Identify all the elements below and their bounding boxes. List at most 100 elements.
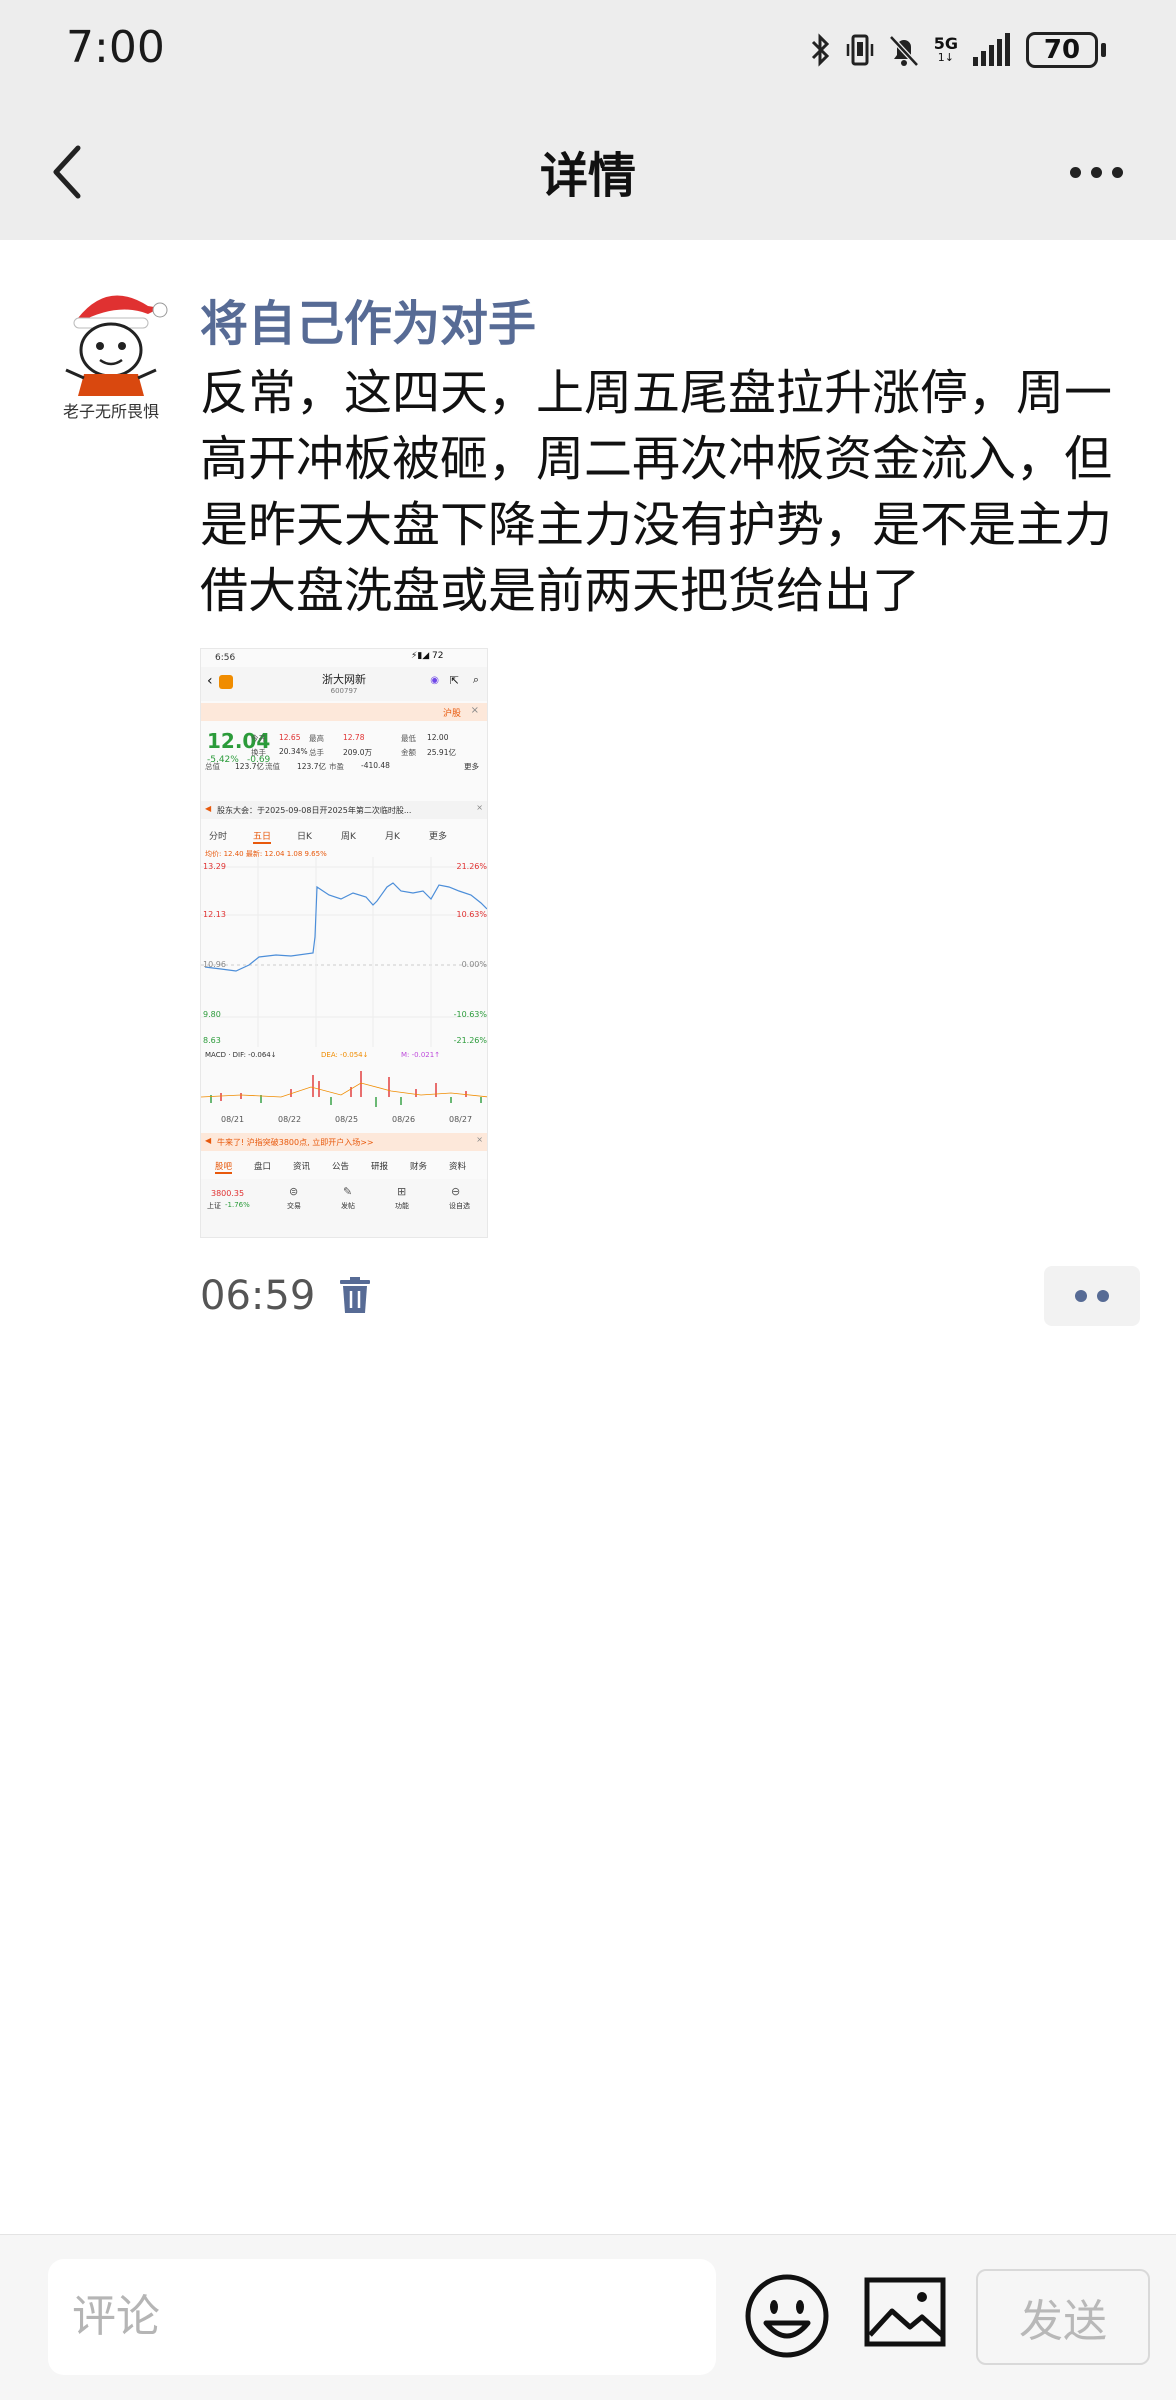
image-icon (864, 2277, 946, 2347)
comment-bar: 发送 (0, 2234, 1176, 2400)
action-dots-icon (1075, 1290, 1087, 1302)
vibrate-icon (846, 34, 873, 66)
shot-dock-icon: ✎ (343, 1185, 353, 1198)
shot-stat-cell: 123.7亿 (235, 762, 264, 771)
send-button[interactable]: 发送 (976, 2269, 1150, 2365)
shot-x-label: 08/27 (449, 1115, 473, 1124)
shot-dock-label: 发帖 (341, 1202, 355, 1210)
emoji-button[interactable] (744, 2273, 830, 2359)
shot-stat-cell: 总手 (309, 748, 324, 757)
avatar-caption: 老子无所畏惧 (62, 402, 159, 420)
shot-y-left-label: 9.80 (203, 1010, 221, 1019)
shot-dock-icon: ⊞ (397, 1185, 407, 1198)
shot-stat-cell: 市盈 (329, 762, 344, 771)
shot-macd-chart (201, 1071, 487, 1107)
shot-x-label: 08/26 (392, 1115, 416, 1124)
shot-dock: 3800.35 上证 -1.76% ⊜ 交易 ✎ 发帖 ⊞ 功能 ⊖ 设自选 (201, 1179, 487, 1237)
like-comment-button[interactable] (1044, 1266, 1140, 1326)
shot-banner: ◀ 牛来了! 沪指突破3800点, 立即开户入场>> × (201, 1133, 487, 1151)
shot-search-icon: ⌕ (472, 673, 479, 686)
shot-more-link: 更多 (464, 762, 479, 771)
shot-y-right-label: 10.63% (456, 910, 487, 919)
shot-stock-name: 浙大网新 (322, 673, 366, 686)
delete-button[interactable] (335, 1274, 375, 1318)
shot-index-change: -1.76% (225, 1201, 250, 1209)
shot-dock-label: 功能 (395, 1202, 409, 1210)
status-time: 7:00 (66, 22, 165, 73)
post-meta: 06:59 (200, 1266, 375, 1326)
chevron-left-icon (53, 145, 81, 199)
shot-y-left-label: 10.96 (203, 960, 226, 969)
shot-bottom-tab: 公告 (332, 1162, 350, 1172)
shot-stat-cell: 换手 (251, 748, 266, 757)
shot-x-label: 08/21 (221, 1115, 245, 1124)
trash-icon (340, 1277, 371, 1313)
image-button[interactable] (864, 2277, 946, 2349)
status-bar: 7:00 5G 1↓ 70 (0, 0, 1176, 100)
shot-tag-bar: 沪股 × (201, 703, 487, 721)
shot-dock-icon: ⊜ (289, 1185, 299, 1198)
shot-stat-cell: 金额 (401, 748, 416, 757)
shot-header: ‹ 浙大网新 600797 ◉ ⇱ ⌕ (201, 667, 487, 701)
shot-dock-label: 交易 (287, 1202, 301, 1210)
signal-icon (973, 33, 1010, 66)
post-text: 反常，这四天，上周五尾盘拉升涨停，周一高开冲板被砸，周二再次冲板资金流入，但是昨… (200, 365, 1113, 619)
shot-stat-cell: 25.91亿 (427, 748, 456, 757)
shot-index-name: 上证 (207, 1202, 221, 1210)
shot-bottom-tab: 资讯 (293, 1162, 311, 1172)
shot-tab: 日K (297, 832, 312, 842)
back-button[interactable] (36, 140, 100, 204)
shot-notice: ◀ 股东大会：于2025-09-08日开2025年第二次临时股... × (201, 801, 487, 819)
shot-eye-icon: ◉ (430, 675, 439, 686)
shot-tab: 分时 (209, 832, 228, 842)
more-button[interactable] (1056, 144, 1136, 200)
shot-stat-cell: -410.48 (361, 761, 390, 770)
shot-stat-cell: 12.65 (279, 733, 301, 742)
author-name[interactable]: 将自己作为对手 (200, 284, 536, 354)
avatar[interactable]: 老子无所畏惧 (48, 278, 174, 420)
shot-y-right-label: 0.00% (462, 960, 488, 969)
shot-stat-cell: 流值 (265, 762, 280, 771)
emoji-icon (745, 2274, 829, 2358)
shot-y-left-label: 12.13 (203, 910, 226, 919)
shot-y-right-label: -10.63% (454, 1010, 488, 1019)
page-title: 详情 (539, 148, 636, 204)
shot-tab: 月K (385, 832, 400, 842)
shot-bottom-tab: 股吧 (215, 1162, 233, 1174)
shot-share-icon: ⇱ (449, 674, 459, 687)
mute-bell-icon (888, 35, 919, 67)
shot-dock-icon: ⊖ (451, 1185, 461, 1198)
shot-y-left-label: 13.29 (203, 862, 226, 871)
shot-y-left-label: 8.63 (203, 1036, 221, 1045)
shot-stat-cell: 123.7亿 (297, 762, 326, 771)
bluetooth-icon (811, 33, 829, 67)
battery-icon: 70 (1026, 32, 1106, 68)
post-time: 06:59 (200, 1273, 316, 1319)
shot-x-label: 08/22 (278, 1115, 302, 1124)
shot-y-right-label: -21.26% (454, 1036, 488, 1045)
shot-tab: 周K (341, 832, 356, 842)
shot-stat-cell: 12.78 (343, 733, 365, 742)
shot-tab: 五日 (253, 829, 272, 844)
comment-input[interactable] (48, 2259, 716, 2375)
shot-bottom-tab: 资料 (449, 1162, 467, 1172)
shot-x-labels: 08/21 08/22 08/25 08/26 08/27 (201, 1115, 487, 1127)
status-icons: 5G 1↓ 70 (810, 26, 1106, 74)
shot-stat-cell: 209.0万 (343, 748, 372, 757)
shot-tabs: 分时 五日 日K 周K 月K 更多 (201, 827, 487, 845)
post-image[interactable]: 6:56 ⚡▮◢ 72 ‹ 浙大网新 600797 ◉ ⇱ ⌕ 沪股 × 12.… (200, 648, 488, 1238)
nav-bar: 详情 (0, 100, 1176, 240)
shot-price-chart: 13.29 12.13 10.96 9.80 8.63 21.26% 10.63% 0.00%… (201, 857, 488, 1047)
shot-y-right-label: 21.26% (456, 862, 487, 871)
shot-x-label: 08/25 (335, 1115, 359, 1124)
shot-index-value: 3800.35 (211, 1189, 245, 1198)
shot-stat-cell: 20.34% (279, 747, 308, 756)
network-indicator: 5G 1↓ (933, 34, 958, 64)
shot-stock-code: 600797 (330, 687, 358, 695)
shot-bottom-tab: 盘口 (254, 1162, 272, 1172)
shot-stat-cell: 总值 (205, 762, 220, 771)
battery-level: 70 (1026, 32, 1098, 68)
shot-stat-cell: 今开 (251, 734, 266, 743)
shot-bottom-tabs: 股吧 盘口 资讯 公告 研报 财务 资料 (201, 1157, 487, 1175)
shot-dock-label: 设自选 (449, 1202, 470, 1210)
